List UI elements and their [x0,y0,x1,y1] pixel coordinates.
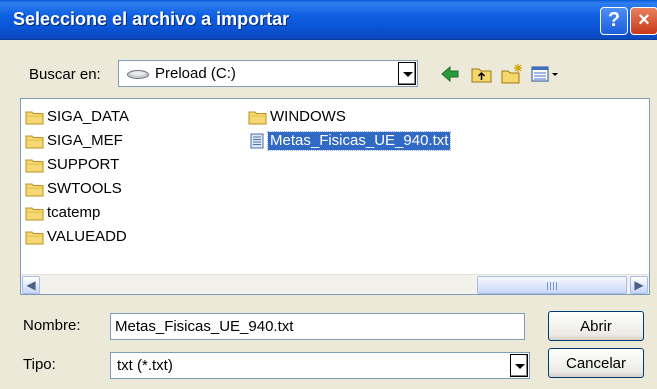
grip-icon [547,282,559,290]
back-icon[interactable] [438,63,462,85]
horizontal-scrollbar[interactable]: ◀ ▶ [21,274,649,294]
up-folder-icon[interactable] [470,63,494,85]
title-bar[interactable]: Seleccione el archivo a importar ? × [0,0,657,40]
item-label: tcatemp [47,204,101,221]
item-label: SUPPORT [47,156,120,173]
look-in-value: Preload (C:) [155,65,236,82]
folder-icon [248,111,267,125]
filename-label: Nombre: [23,317,81,334]
close-button[interactable]: × [630,7,657,35]
text-file-icon [250,133,264,149]
look-in-dropdown[interactable]: Preload (C:) [118,60,418,87]
folder-icon [25,207,44,221]
item-label: SWTOOLS [47,180,122,197]
folder-icon [25,231,44,245]
drive-icon [127,70,149,79]
file-list[interactable]: SIGA_DATA SIGA_MEF SUPPORT SWTOOLS tcate… [20,98,650,295]
scroll-right-icon[interactable]: ▶ [630,276,648,294]
folder-icon [25,183,44,197]
item-label: Metas_Fisicas_UE_940.txt [266,131,452,151]
chevron-down-icon[interactable] [510,354,528,377]
chevron-down-icon[interactable] [398,62,416,85]
scroll-thumb[interactable] [477,276,627,294]
dialog-title: Seleccione el archivo a importar [13,9,290,29]
item-label: WINDOWS [270,108,346,125]
filename-input[interactable] [110,313,525,340]
open-button[interactable]: Abrir [548,311,644,341]
filetype-value: txt (*.txt) [117,357,173,374]
folder-icon [25,159,44,173]
item-label: VALUEADD [47,228,127,245]
new-folder-icon[interactable] [500,63,524,85]
look-in-label: Buscar en: [29,66,101,83]
filetype-label: Tipo: [23,356,56,373]
filetype-dropdown[interactable]: txt (*.txt) [110,352,530,379]
scroll-left-icon[interactable]: ◀ [22,276,40,294]
view-menu-icon[interactable] [530,63,560,85]
item-label: SIGA_DATA [47,108,129,125]
item-label: SIGA_MEF [47,132,123,149]
help-button[interactable]: ? [600,7,628,35]
cancel-button[interactable]: Cancelar [548,348,644,378]
folder-icon [25,111,44,125]
folder-icon [25,135,44,149]
file-open-dialog: Seleccione el archivo a importar ? × Bus… [0,0,657,389]
